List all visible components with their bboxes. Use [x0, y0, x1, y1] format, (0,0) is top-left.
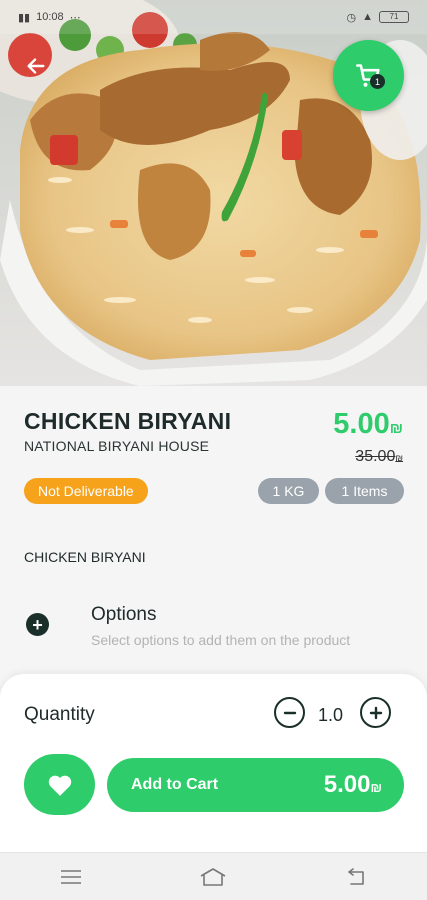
cart-button[interactable]: 1	[333, 40, 404, 111]
minus-icon	[283, 711, 296, 714]
back-nav-button[interactable]	[336, 862, 376, 892]
options-title[interactable]: Options	[91, 604, 156, 626]
status-bar: ▮▮ 10:08 ⋯ ◷ ▲ 71	[0, 0, 427, 34]
product-title: CHICKEN BIRYANI	[24, 408, 232, 434]
total-currency: ₪	[370, 780, 383, 795]
options-subtitle: Select options to add them on the produc…	[91, 632, 351, 648]
plus-icon	[369, 706, 382, 719]
add-to-cart-button[interactable]: Add to Cart 5.00₪	[107, 758, 404, 812]
back-button[interactable]	[20, 50, 52, 82]
add-to-cart-total: 5.00₪	[324, 771, 382, 799]
old-price: 35.00₪	[355, 448, 403, 466]
battery-level: 71	[389, 12, 399, 21]
quantity-label: Quantity	[24, 704, 95, 725]
product-price: 5.00₪	[333, 408, 403, 441]
menu-icon	[61, 869, 82, 884]
favorite-button[interactable]	[24, 754, 95, 815]
weight-chip: 1 KG	[258, 478, 319, 504]
product-details: CHICKEN BIRYANI NATIONAL BIRYANI HOUSE 5…	[0, 386, 427, 686]
total-value: 5.00	[323, 771, 371, 798]
cart-badge: 1	[370, 74, 385, 89]
old-price-value: 35.00	[355, 448, 396, 465]
back-icon	[348, 867, 364, 885]
plus-circle-icon[interactable]: +	[26, 613, 49, 636]
alarm-icon: ◷	[346, 11, 357, 24]
quantity-decrease-button[interactable]	[274, 697, 305, 728]
back-arrow-icon	[27, 58, 45, 74]
currency-symbol: ₪	[389, 420, 403, 437]
quantity-increase-button[interactable]	[360, 697, 391, 728]
product-description: CHICKEN BIRYANI	[24, 549, 146, 565]
home-icon	[201, 867, 226, 886]
notification-icon: ⋯	[69, 11, 81, 24]
signal-icon: ▮▮	[18, 11, 31, 24]
quantity-value: 1.0	[318, 705, 344, 725]
items-chip: 1 Items	[325, 478, 404, 504]
home-nav-button[interactable]	[193, 862, 233, 892]
network-icon: ▲	[362, 11, 373, 23]
heart-icon	[48, 775, 71, 796]
availability-badge: Not Deliverable	[24, 478, 148, 504]
add-to-cart-label: Add to Cart	[131, 776, 219, 793]
system-nav-bar	[0, 852, 427, 900]
menu-nav-button[interactable]	[51, 862, 91, 892]
price-value: 5.00	[333, 408, 390, 440]
cart-action-sheet: Quantity 1.0 Add to Cart 5.00₪	[0, 674, 427, 852]
battery-icon: 71	[379, 11, 409, 23]
old-currency-symbol: ₪	[395, 453, 403, 463]
restaurant-name: NATIONAL BIRYANI HOUSE	[24, 438, 210, 454]
status-time: 10:08	[36, 11, 64, 23]
